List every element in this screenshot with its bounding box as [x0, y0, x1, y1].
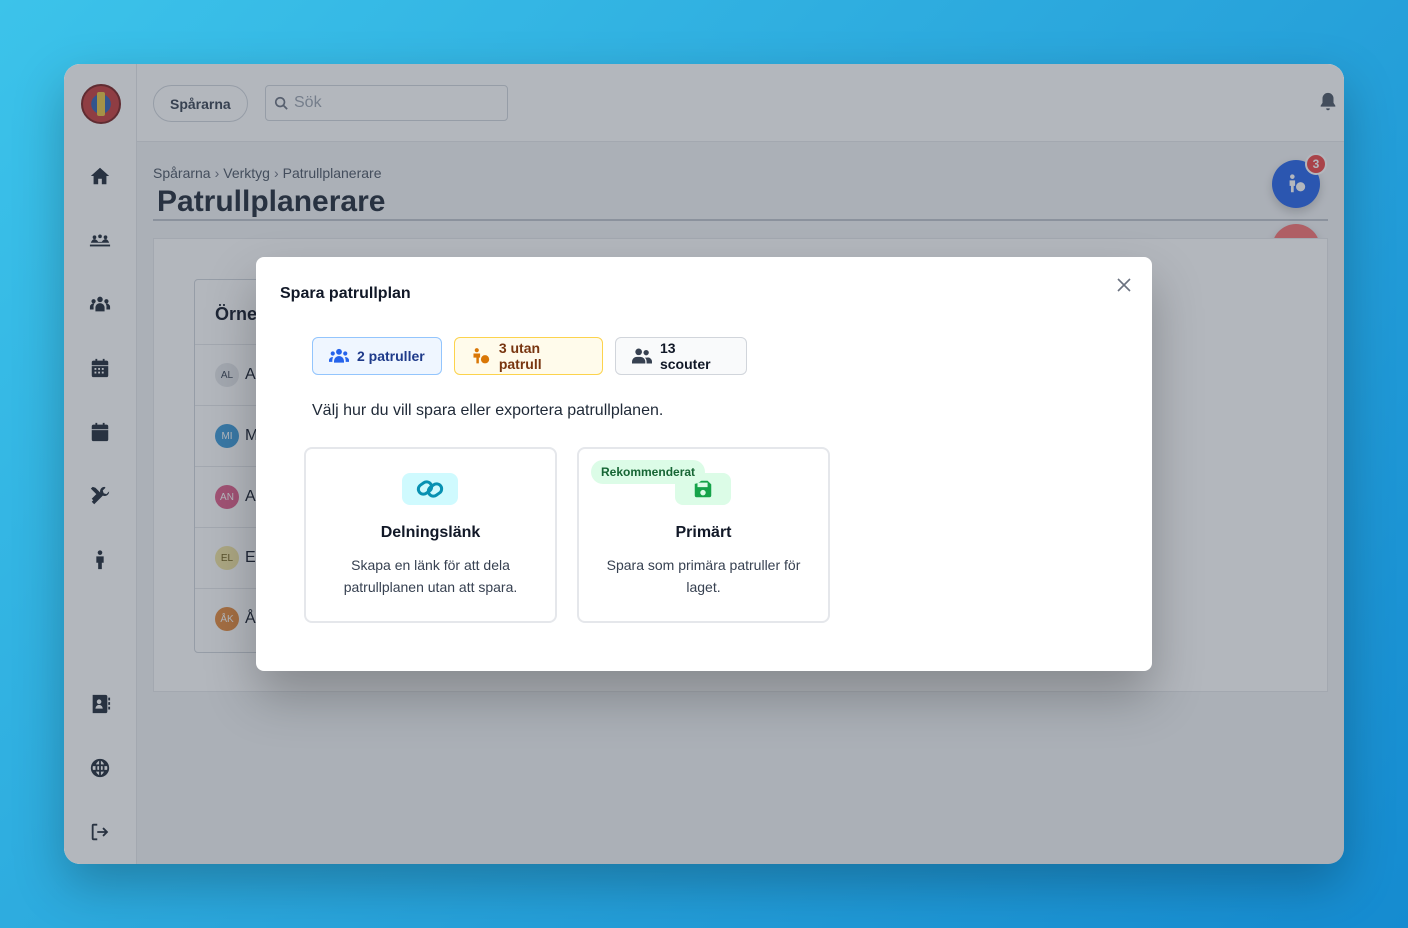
unassigned-count-chip: 3 utan patrull	[454, 337, 603, 375]
link-icon	[402, 473, 458, 505]
person-question-icon	[473, 348, 490, 364]
patrol-count-chip: 2 patruller	[312, 337, 442, 375]
share-link-option[interactable]: Delningslänk Skapa en länk för att dela …	[304, 447, 557, 623]
close-icon[interactable]	[1116, 277, 1132, 293]
dialog-description: Välj hur du vill spara eller exportera p…	[312, 402, 664, 419]
share-link-title: Delningslänk	[380, 524, 481, 541]
save-dialog: Spara patrullplan 2 patruller 3 utan pat…	[256, 257, 1152, 671]
scout-count-chip: 13 scouter	[615, 337, 747, 375]
app-window: Spårarna Sök AN Spårarna › Verktyg › Pat…	[64, 64, 1344, 864]
save-primary-title: Primärt	[675, 524, 732, 541]
patrol-count-label: 2 patruller	[357, 348, 425, 364]
save-primary-option[interactable]: Rekommenderat Primärt Spara som primära …	[577, 447, 830, 623]
save-primary-description: Spara som primära patruller för laget.	[606, 557, 801, 595]
user-friends-icon	[632, 348, 652, 364]
share-link-description: Skapa en länk för att dela patrullplanen…	[343, 557, 518, 595]
recommended-badge: Rekommenderat	[591, 460, 706, 484]
users-icon	[329, 348, 349, 363]
scout-count-label: 13 scouter	[659, 340, 711, 372]
dialog-title: Spara patrullplan	[280, 285, 411, 302]
unassigned-count-label: 3 utan patrull	[498, 340, 542, 372]
